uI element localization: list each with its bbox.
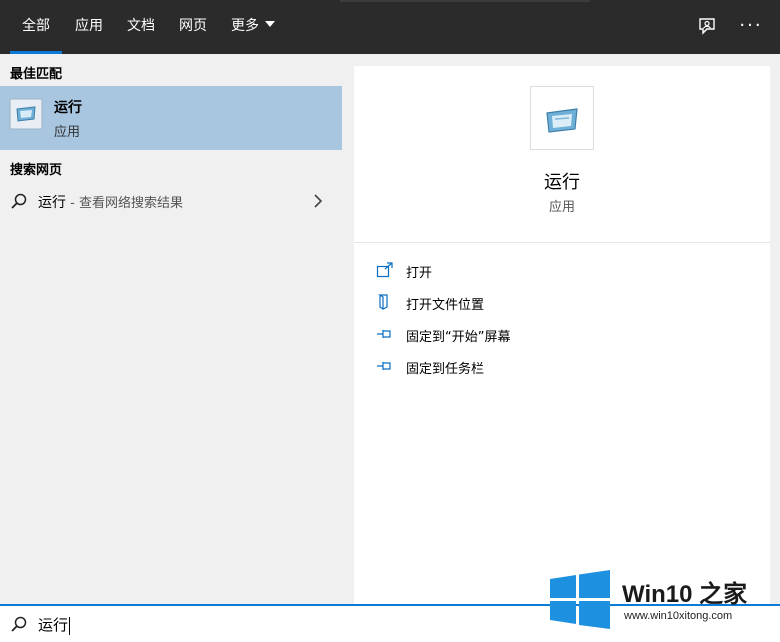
tab-more-label: 更多: [231, 18, 259, 34]
best-match-name: 运行: [54, 100, 82, 116]
feedback-icon[interactable]: [696, 16, 718, 38]
watermark-url: www.win10xitong.com: [624, 610, 733, 622]
tab-all[interactable]: 全部: [10, 0, 62, 54]
tab-apps[interactable]: 应用: [63, 0, 115, 54]
open-icon: [376, 262, 393, 278]
preview-app-name: 运行: [544, 172, 580, 193]
web-search-query: 运行 - 查看网络搜索结果: [38, 192, 183, 212]
tab-web[interactable]: 网页: [167, 0, 219, 54]
search-icon: [11, 193, 27, 209]
preview-app-icon: [530, 86, 594, 150]
action-open-label: 打开: [406, 266, 433, 281]
divider: [354, 242, 770, 243]
search-icon: [11, 616, 27, 632]
action-pin-to-start-label: 固定到“开始”屏幕: [406, 330, 511, 345]
best-match-type: 应用: [54, 125, 81, 140]
best-match-heading: 最佳匹配: [10, 67, 63, 82]
run-app-icon: [546, 108, 578, 133]
search-input[interactable]: 运行: [38, 614, 71, 635]
best-match-item[interactable]: 运行 应用: [0, 86, 342, 150]
watermark: Win10 之家 www.win10xitong.com: [546, 568, 780, 642]
tab-more[interactable]: 更多: [219, 0, 287, 54]
top-bar: 全部 应用 文档 网页 更多 ···: [0, 0, 780, 54]
ellipsis-icon[interactable]: ···: [738, 14, 764, 38]
run-app-icon: [9, 98, 43, 130]
preview-app-type: 应用: [548, 200, 575, 215]
action-pin-to-taskbar-label: 固定到任务栏: [406, 362, 485, 377]
file-location-icon: [378, 294, 388, 310]
web-search-heading: 搜索网页: [10, 163, 63, 178]
top-strip: [340, 0, 590, 2]
web-query-hint: - 查看网络搜索结果: [66, 196, 183, 211]
action-open-file-location-label: 打开文件位置: [406, 298, 485, 313]
web-search-result[interactable]: 运行 - 查看网络搜索结果: [0, 184, 342, 218]
watermark-brand: Win10 之家: [622, 581, 748, 608]
preview-panel: 运行 应用 打开 打开文件位置 固定到“开始”屏幕 固定到任务栏: [354, 66, 770, 604]
search-input-text: 运行: [38, 616, 69, 634]
text-cursor: [69, 616, 71, 635]
chevron-right-icon[interactable]: [312, 193, 324, 209]
windows-logo-icon: [550, 570, 610, 629]
tab-documents[interactable]: 文档: [115, 0, 167, 54]
pin-icon: [377, 330, 391, 338]
pin-icon: [377, 362, 391, 370]
web-query-text: 运行: [38, 195, 66, 211]
results-panel: 最佳匹配 运行 应用 搜索网页 运行 - 查看网络搜索结果: [0, 54, 342, 604]
chevron-down-icon: [265, 21, 275, 27]
